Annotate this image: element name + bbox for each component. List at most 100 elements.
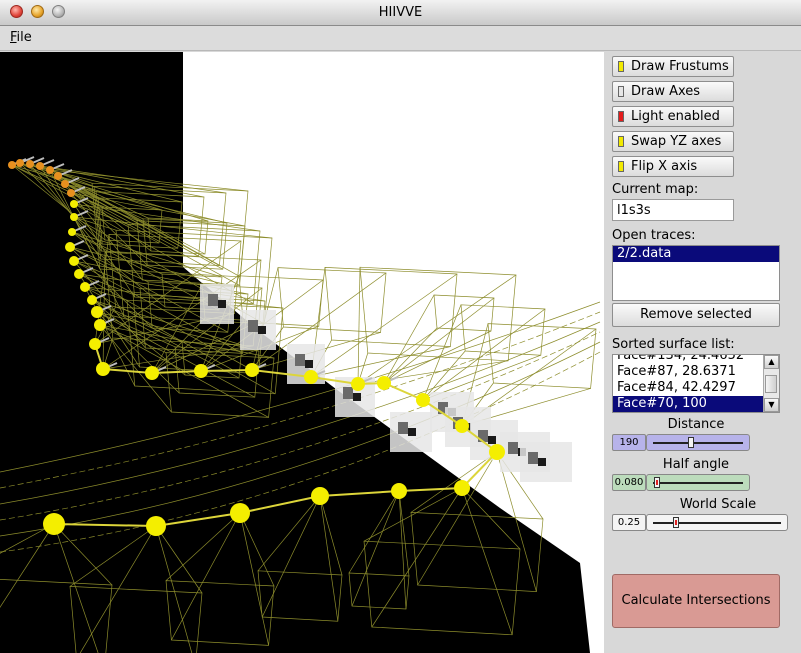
trace-point: [194, 364, 208, 378]
remove-selected-button[interactable]: Remove selected: [612, 303, 780, 327]
toggle-draw-axes[interactable]: Draw Axes: [612, 81, 734, 102]
frustum-edge: [348, 490, 400, 574]
slider-knob[interactable]: [687, 437, 694, 448]
trace-point: [36, 162, 44, 170]
list-item[interactable]: Face#87, 28.6371: [613, 364, 779, 380]
title-bar: HIIVVE: [0, 0, 801, 26]
calculate-intersections-button[interactable]: Calculate Intersections: [612, 574, 780, 628]
half-angle-slider[interactable]: [646, 474, 750, 491]
trace-point: [26, 160, 34, 168]
toggle-label: Light enabled: [631, 109, 720, 124]
trace-point: [94, 319, 106, 331]
image-thumbnail: [390, 412, 432, 452]
thumbnail-dark-patch: [528, 452, 538, 464]
frustum-edge: [53, 523, 113, 586]
trace-point: [245, 363, 259, 377]
trace-point: [16, 159, 24, 167]
frustum-edge: [171, 512, 241, 641]
list-item[interactable]: Face#134, 24.4652: [613, 355, 779, 364]
trace-point: [96, 362, 110, 376]
frustum-edge: [371, 487, 463, 628]
trace-point: [54, 172, 62, 180]
world-scale-label: World Scale: [679, 497, 757, 512]
frustum-edge: [319, 495, 339, 622]
thumbnail-dark-patch: [295, 354, 305, 366]
sorted-surface-list[interactable]: Face#134, 24.4652 Face#87, 28.6371 Face#…: [612, 354, 780, 413]
trace-point: [230, 503, 250, 523]
thumbnail-dark-patch: [508, 442, 518, 454]
trace-point: [70, 213, 78, 221]
world-scale-slider[interactable]: [646, 514, 788, 531]
trace-point: [311, 487, 329, 505]
list-item[interactable]: Face#84, 42.4297: [613, 380, 779, 396]
trace-point: [69, 256, 79, 266]
slider-knob[interactable]: [653, 477, 660, 488]
frustum-edge: [398, 490, 407, 610]
toggle-label: Draw Axes: [631, 84, 701, 99]
thumbnail-dark-patch: [408, 428, 416, 436]
frustum-edge: [319, 495, 343, 576]
3d-viewport[interactable]: [0, 52, 604, 653]
trace-point: [74, 269, 84, 279]
toggle-flip-x-axis[interactable]: Flip X axis: [612, 156, 734, 177]
distance-slider[interactable]: [646, 434, 750, 451]
open-traces-label: Open traces:: [612, 228, 696, 243]
half-angle-value: 0.080: [612, 474, 646, 491]
slider-knob[interactable]: [672, 517, 679, 528]
thumbnail-dark-patch: [258, 326, 266, 334]
toggle-draw-frustums[interactable]: Draw Frustums: [612, 56, 734, 77]
distance-label: Distance: [667, 417, 725, 432]
thumbnail-dark-patch: [343, 387, 353, 399]
thumbnail-dark-patch: [488, 436, 496, 444]
toggle-light-enabled[interactable]: Light enabled: [612, 106, 734, 127]
frustum-edge: [0, 523, 55, 608]
thumbnail-dark-patch: [218, 300, 226, 308]
trace-point: [87, 295, 97, 305]
image-thumbnail: [200, 284, 234, 324]
list-item[interactable]: 2/2.data: [613, 246, 779, 262]
trace-point: [145, 366, 159, 380]
trace-point: [489, 444, 505, 460]
scroll-down-icon[interactable]: ▼: [764, 398, 779, 412]
frustum-wireframe: [0, 579, 113, 653]
thumbnail-dark-patch: [538, 458, 546, 466]
frustum-edge: [239, 512, 275, 587]
frustum-edge: [19, 162, 99, 199]
distance-value: 190: [612, 434, 646, 451]
trace-point: [377, 376, 391, 390]
trace-point: [391, 483, 407, 499]
scroll-thumb[interactable]: [765, 375, 777, 393]
trace-point: [455, 419, 469, 433]
frustum-edge: [69, 525, 157, 587]
open-traces-list[interactable]: 2/2.data: [612, 245, 780, 301]
half-angle-label: Half angle: [662, 457, 730, 472]
image-thumbnail: [240, 310, 276, 350]
trace-point: [65, 242, 75, 252]
frustum-wireframe: [165, 580, 275, 646]
current-map-field[interactable]: l1s3s: [612, 199, 734, 221]
list-item[interactable]: Face#70, 100: [613, 396, 764, 412]
toggle-label: Flip X axis: [631, 159, 698, 174]
trace-point: [43, 513, 65, 535]
frustum-edge: [79, 525, 157, 653]
current-map-label: Current map:: [612, 182, 699, 197]
trace-point: [304, 370, 318, 384]
menu-bar: File: [0, 26, 801, 51]
trace-point: [146, 516, 166, 536]
image-thumbnail: [520, 442, 572, 482]
thumbnail-dark-patch: [305, 360, 313, 368]
frustum-edge: [155, 525, 193, 653]
menu-file[interactable]: File: [10, 30, 32, 45]
scrollbar[interactable]: ▲ ▼: [763, 355, 779, 412]
world-scale-value: 0.25: [612, 514, 646, 531]
indicator-icon: [618, 161, 624, 172]
scroll-up-icon[interactable]: ▲: [764, 355, 779, 369]
thumbnail-dark-patch: [398, 422, 408, 434]
window-title: HIIVVE: [378, 5, 423, 20]
trace-point: [91, 306, 103, 318]
thumbnail-dark-patch: [353, 393, 361, 401]
indicator-icon: [618, 136, 624, 147]
frustum-wireframe: [410, 512, 544, 592]
trace-point: [351, 377, 365, 391]
toggle-swap-yz-axes[interactable]: Swap YZ axes: [612, 131, 734, 152]
